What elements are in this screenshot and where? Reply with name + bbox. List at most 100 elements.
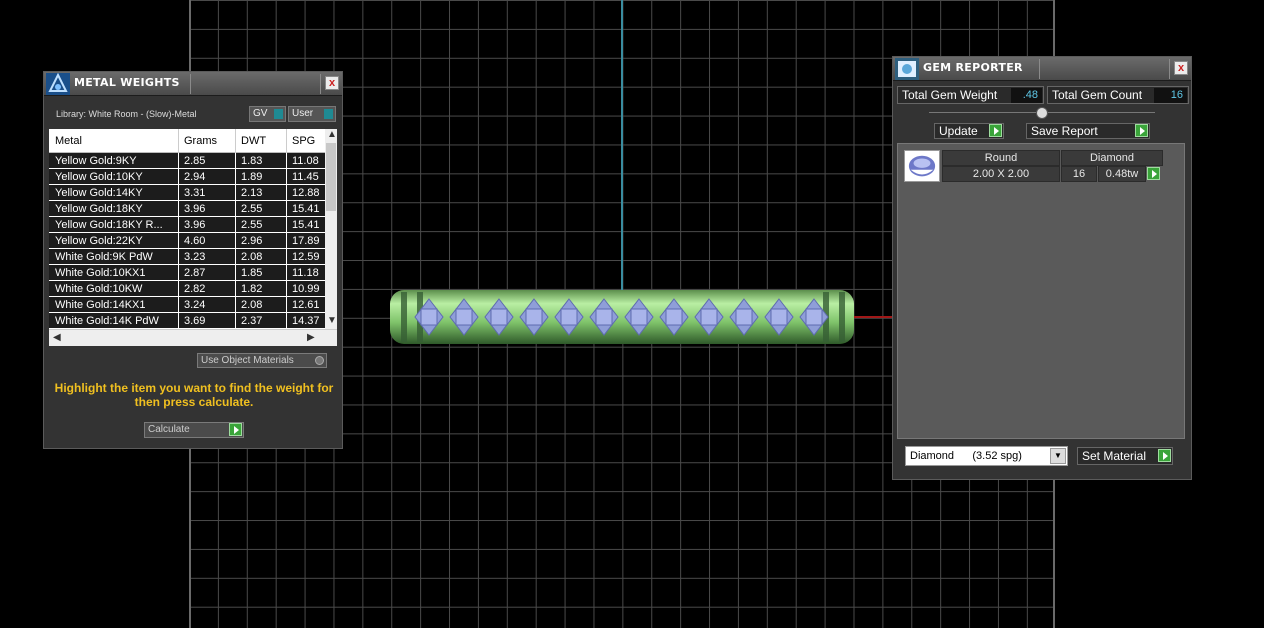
column-header-spg[interactable]: SPG [292, 135, 315, 147]
table-cell: 11.18 [292, 267, 319, 279]
gv-toggle-icon [274, 109, 283, 119]
gem-list-panel: Round Diamond 2.00 X 2.00 16 0.48tw [897, 143, 1185, 439]
round-gem-icon[interactable] [904, 150, 940, 182]
save-report-label: Save Report [1031, 124, 1098, 138]
table-row[interactable]: Yellow Gold:18KY R... 3.96 2.55 15.41 [49, 217, 325, 233]
table-row[interactable]: Yellow Gold:10KY 2.94 1.89 11.45 [49, 169, 325, 185]
gem-titlebar[interactable]: GEM REPORTER x [893, 57, 1191, 81]
gem-reporter-icon [895, 58, 919, 80]
cell-separator [178, 169, 179, 185]
table-row[interactable]: Yellow Gold:18KY 3.96 2.55 15.41 [49, 201, 325, 217]
metal-vertical-scrollbar[interactable]: ▲ ▼ [325, 129, 337, 329]
table-cell: 3.96 [184, 219, 206, 231]
table-cell: 3.96 [184, 203, 206, 215]
column-header-dwt[interactable]: DWT [241, 135, 266, 147]
table-row[interactable]: Yellow Gold:14KY 3.31 2.13 12.88 [49, 185, 325, 201]
gem-reporter-window: GEM REPORTER x Total Gem Weight .48 Tota… [892, 56, 1192, 480]
total-gem-count-value: 16 [1154, 88, 1187, 103]
gem-close-button[interactable]: x [1174, 61, 1188, 75]
cell-separator [178, 233, 179, 249]
table-row[interactable]: Yellow Gold:22KY 4.60 2.96 17.89 [49, 233, 325, 249]
metal-weights-window: METAL WEIGHTS x Library: White Room - (S… [43, 71, 343, 449]
cell-separator [235, 313, 236, 329]
table-cell: 11.45 [292, 171, 319, 183]
scroll-down-icon[interactable]: ▼ [327, 315, 337, 326]
scroll-right-icon[interactable]: ▶ [307, 332, 315, 343]
table-cell: 2.85 [184, 155, 206, 167]
column-separator [286, 129, 287, 153]
gem-shape: Round [942, 150, 1060, 166]
chevron-down-icon: ▼ [1050, 448, 1066, 464]
gem-window-title: GEM REPORTER [923, 61, 1023, 74]
material-select-value: Diamond (3.52 spg) [910, 450, 1022, 462]
table-cell: White Gold:10KX1 [55, 267, 146, 279]
table-cell: 2.96 [241, 235, 263, 247]
table-cell: 10.99 [292, 283, 320, 295]
metal-close-button[interactable]: x [325, 76, 339, 90]
cell-separator [235, 265, 236, 281]
metal-horizontal-scrollbar[interactable]: ◀ ▶ [49, 329, 337, 346]
gem-size: 2.00 X 2.00 [942, 166, 1060, 182]
column-separator [178, 129, 179, 153]
set-material-button[interactable]: Set Material [1077, 447, 1173, 465]
table-cell: 2.55 [241, 203, 263, 215]
table-row[interactable]: Yellow Gold:9KY 2.85 1.83 11.08 [49, 153, 325, 169]
metal-titlebar[interactable]: METAL WEIGHTS x [44, 72, 342, 96]
radio-icon [315, 356, 324, 365]
table-cell: 12.88 [292, 187, 320, 199]
calculate-hint: Highlight the item you want to find the … [54, 381, 334, 409]
material-select[interactable]: Diamond (3.52 spg) ▼ [905, 446, 1068, 466]
table-row[interactable]: White Gold:14KX1 3.24 2.08 12.61 [49, 297, 325, 313]
table-cell: 3.69 [184, 315, 206, 327]
table-cell: 2.08 [241, 299, 263, 311]
column-header-grams[interactable]: Grams [184, 135, 217, 147]
cell-separator [286, 201, 287, 217]
cell-separator [178, 185, 179, 201]
table-cell: 11.08 [292, 155, 319, 167]
cell-separator [286, 313, 287, 329]
gem-detail-button[interactable] [1147, 167, 1160, 180]
calculate-label: Calculate [148, 424, 190, 435]
table-row[interactable]: White Gold:10KW 2.82 1.82 10.99 [49, 281, 325, 297]
use-object-materials-toggle[interactable]: Use Object Materials [197, 353, 327, 368]
cell-separator [235, 233, 236, 249]
cell-separator [178, 153, 179, 169]
scroll-left-icon[interactable]: ◀ [53, 332, 61, 343]
scroll-up-icon[interactable]: ▲ [327, 129, 337, 140]
table-cell: 12.59 [292, 251, 320, 263]
table-row[interactable]: White Gold:9K PdW 3.23 2.08 12.59 [49, 249, 325, 265]
gv-button[interactable]: GV [249, 106, 286, 122]
title-divider [190, 74, 191, 94]
table-row[interactable]: White Gold:14K PdW 3.69 2.37 14.37 [49, 313, 325, 329]
cell-separator [235, 217, 236, 233]
user-button[interactable]: User [288, 106, 336, 122]
user-label: User [292, 108, 314, 119]
update-label: Update [939, 124, 978, 138]
cell-separator [178, 281, 179, 297]
metal-weights-icon [46, 73, 70, 95]
metal-table[interactable]: Metal Grams DWT SPG Yellow Gold:9KY 2.85 1… [49, 129, 337, 346]
cell-separator [286, 153, 287, 169]
cell-separator [178, 217, 179, 233]
save-report-button[interactable]: Save Report [1026, 123, 1150, 139]
table-cell: Yellow Gold:9KY [55, 155, 137, 167]
calculate-button[interactable]: Calculate [144, 422, 244, 438]
scroll-thumb[interactable] [326, 143, 336, 211]
cell-separator [235, 281, 236, 297]
update-button[interactable]: Update [934, 123, 1004, 139]
column-separator [235, 129, 236, 153]
total-gem-weight-value: .48 [1011, 88, 1042, 103]
play-icon [989, 124, 1002, 137]
metal-table-header: Metal Grams DWT SPG [49, 129, 325, 153]
slider-knob[interactable] [1036, 107, 1048, 119]
table-cell: Yellow Gold:18KY R... [55, 219, 163, 231]
table-row[interactable]: White Gold:10KX1 2.87 1.85 11.18 [49, 265, 325, 281]
column-header-metal[interactable]: Metal [55, 135, 82, 147]
table-cell: 1.85 [241, 267, 263, 279]
table-cell: 15.41 [292, 219, 320, 231]
cell-separator [286, 297, 287, 313]
play-icon [1135, 124, 1148, 137]
cell-separator [178, 201, 179, 217]
title-divider [1039, 59, 1040, 79]
table-cell: 3.23 [184, 251, 206, 263]
